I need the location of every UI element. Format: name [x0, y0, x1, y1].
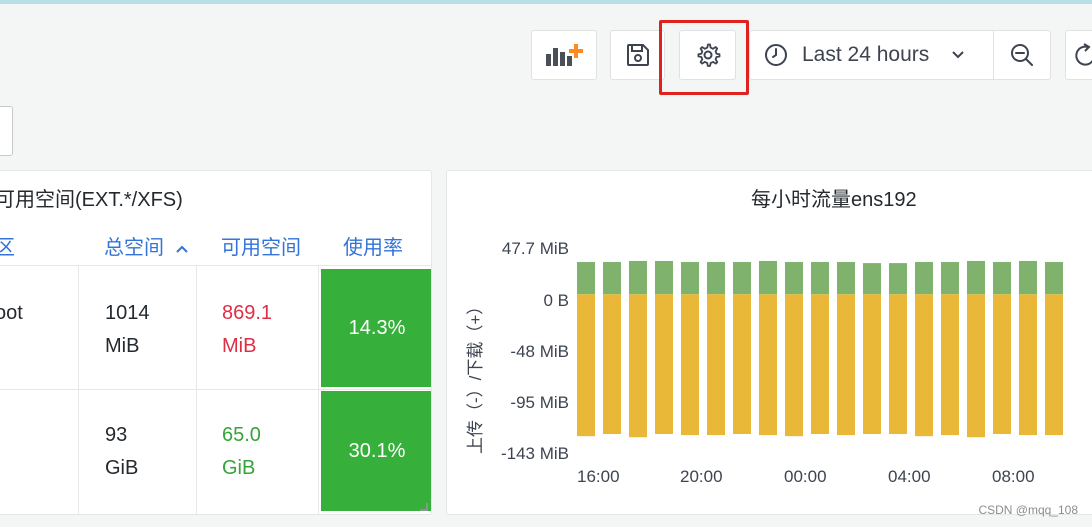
bar-download — [707, 262, 725, 295]
bar-download — [915, 262, 933, 295]
column-header-total[interactable]: 总空间 — [104, 231, 188, 260]
bar-download — [681, 262, 699, 295]
bar-download — [941, 262, 959, 295]
watermark: CSDN @mqq_108 — [978, 503, 1078, 517]
bar-upload — [577, 294, 595, 437]
traffic-panel: 每小时流量ens192 上传（-）/下载（+） 47.7 MiB 0 B -48… — [446, 170, 1092, 515]
x-tick: 08:00 — [992, 467, 1035, 486]
y-tick: -143 MiB — [500, 444, 569, 463]
x-tick: 00:00 — [784, 467, 827, 486]
save-dashboard-button[interactable] — [610, 30, 665, 80]
bar-upload — [733, 294, 751, 435]
cell-free: 65.0 — [222, 424, 261, 446]
add-panel-button[interactable] — [531, 30, 597, 80]
bar-download — [577, 262, 595, 295]
chevron-down-icon — [952, 51, 964, 59]
bar-download — [811, 262, 829, 295]
cell-free-unit: GiB — [222, 457, 256, 479]
x-tick: 20:00 — [680, 467, 723, 486]
sort-asc-icon — [175, 245, 188, 253]
bar-upload — [941, 294, 959, 436]
refresh-icon — [1075, 43, 1092, 66]
cell-free: 869.1 — [222, 302, 273, 324]
bar-upload — [889, 294, 907, 435]
cell-total-unit: MiB — [105, 335, 140, 357]
y-axis-label: 上传（-）/下载（+） — [466, 297, 485, 454]
top-accent-line — [0, 0, 1092, 4]
x-tick: 16:00 — [577, 467, 620, 486]
cell-usage: 14.3% — [321, 269, 431, 387]
bar-download — [655, 260, 673, 295]
column-header-partition[interactable]: 区 — [0, 231, 15, 260]
bar-download — [863, 263, 881, 295]
cell-total-unit: GiB — [105, 457, 139, 479]
bar-upload — [993, 294, 1011, 435]
highlight-box — [659, 20, 749, 95]
cell-free-unit: MiB — [222, 335, 257, 357]
zoom-out-button[interactable] — [994, 31, 1050, 79]
bar-download — [993, 262, 1011, 295]
disk-space-panel: 可用空间(EXT.*/XFS) 区 总空间 可用空间 使用率 oot 1014 … — [0, 170, 432, 515]
bar-upload — [785, 294, 803, 437]
bar-download — [603, 262, 621, 295]
y-tick: 47.7 MiB — [501, 239, 569, 258]
bar-upload — [967, 294, 985, 438]
col-divider — [78, 266, 79, 514]
row-divider — [0, 389, 431, 390]
save-icon — [626, 44, 649, 66]
bar-download — [733, 262, 751, 295]
bar-download — [759, 260, 777, 295]
panel-resize-handle[interactable] — [420, 503, 428, 511]
clock-icon — [765, 44, 787, 66]
cell-usage: 30.1% — [321, 391, 431, 511]
column-header-free[interactable]: 可用空间 — [221, 231, 301, 260]
bar-upload — [915, 294, 933, 437]
bar-download — [1045, 262, 1063, 295]
bar-upload — [681, 294, 699, 436]
bar-upload — [1045, 294, 1063, 436]
header-divider — [0, 265, 431, 266]
bar-download — [785, 262, 803, 295]
bar-upload — [837, 294, 855, 436]
cell-total: 1014 — [105, 302, 150, 324]
col-divider — [196, 266, 197, 514]
bar-upload — [863, 294, 881, 435]
bar-upload — [629, 294, 647, 438]
zoom-out-icon — [1011, 44, 1034, 66]
panel-title: 每小时流量ens192 — [751, 189, 917, 211]
bar-upload — [811, 294, 829, 435]
bar-download — [967, 260, 985, 295]
bar-download — [889, 263, 907, 295]
column-header-total-label: 总空间 — [104, 237, 164, 259]
cell-partition: oot — [0, 302, 23, 324]
time-range-label: Last 24 hours — [802, 43, 930, 66]
col-divider — [318, 266, 319, 514]
time-range-button[interactable]: Last 24 hours — [750, 31, 995, 79]
bar-download — [629, 260, 647, 295]
bar-chart-area — [577, 260, 1063, 438]
bar-download — [837, 262, 855, 295]
bar-upload — [655, 294, 673, 435]
refresh-button[interactable] — [1065, 30, 1092, 80]
x-tick: 04:00 — [888, 467, 931, 486]
y-tick: 0 B — [543, 291, 569, 310]
bar-upload — [759, 294, 777, 436]
variable-selector[interactable] — [0, 106, 13, 156]
bar-upload — [603, 294, 621, 435]
panel-title: 可用空间(EXT.*/XFS) — [0, 189, 183, 211]
y-tick: -48 MiB — [510, 342, 569, 361]
bar-upload — [1019, 294, 1037, 436]
time-range-picker[interactable]: Last 24 hours — [749, 30, 1051, 80]
add-panel-icon — [546, 44, 583, 66]
cell-total: 93 — [105, 424, 128, 446]
y-tick: -95 MiB — [510, 393, 569, 412]
bar-upload — [707, 294, 725, 436]
bar-download — [1019, 260, 1037, 295]
column-header-usage[interactable]: 使用率 — [343, 231, 403, 260]
